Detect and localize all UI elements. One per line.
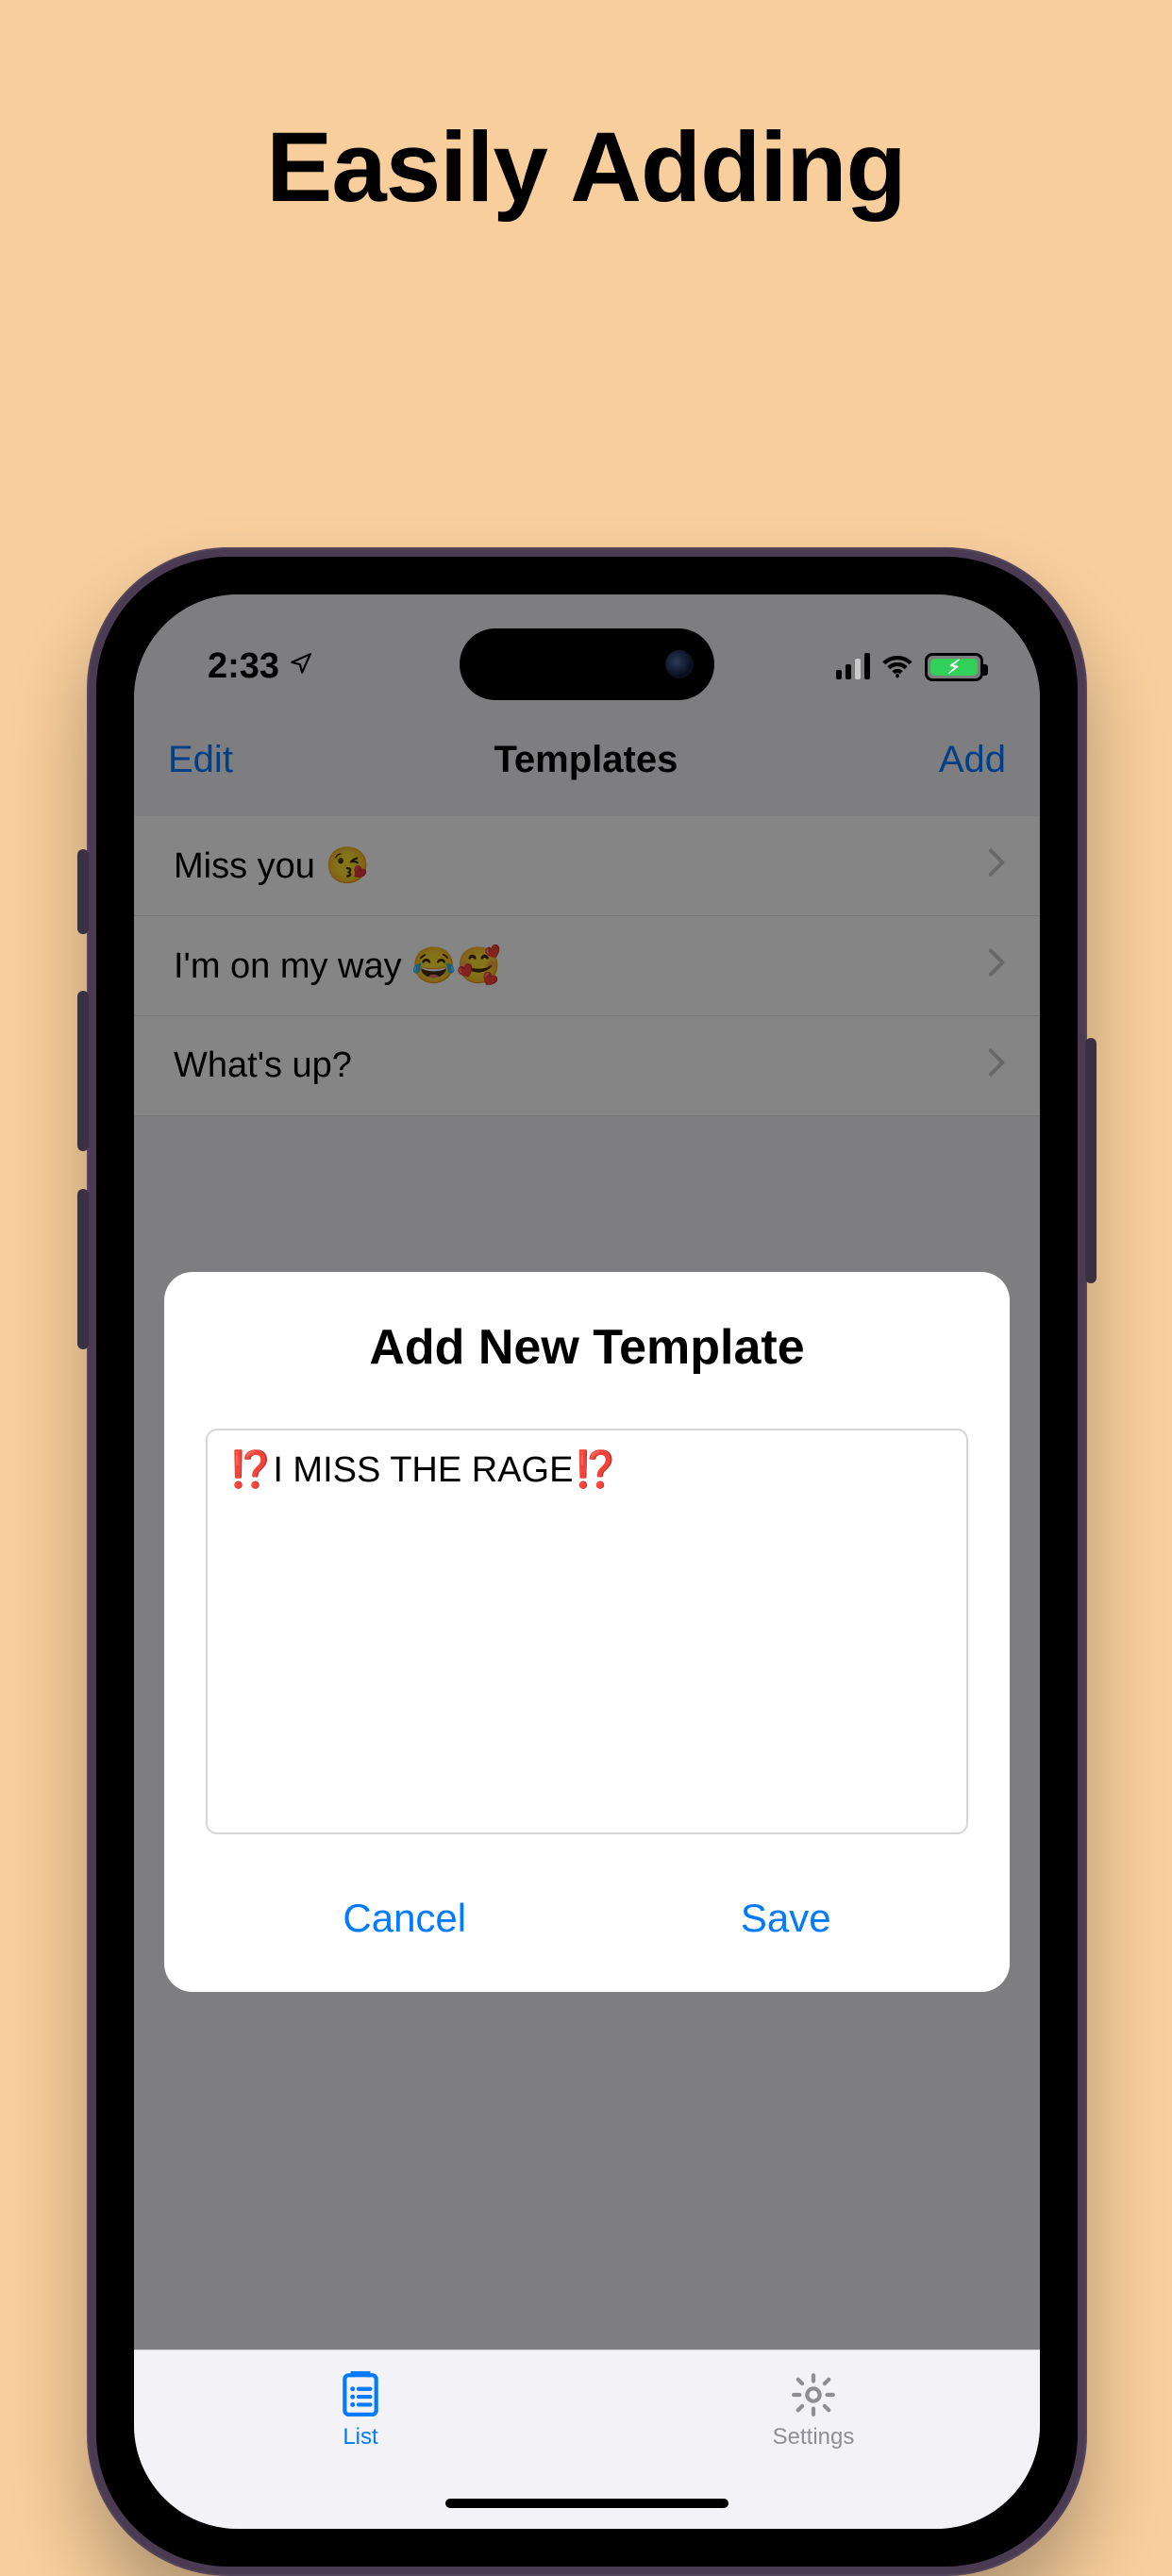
- list-icon: [337, 2371, 384, 2418]
- dynamic-island: [460, 628, 714, 700]
- cancel-button[interactable]: Cancel: [343, 1896, 466, 1941]
- template-text-input[interactable]: ⁉️I MISS THE RAGE⁉️: [206, 1429, 968, 1834]
- wifi-icon: [881, 655, 913, 679]
- phone-screen: 2:33 ⚡︎: [134, 594, 1040, 2529]
- save-button[interactable]: Save: [741, 1896, 831, 1941]
- home-indicator[interactable]: [445, 2499, 728, 2508]
- phone-volume-up: [77, 991, 89, 1151]
- status-time: 2:33: [208, 646, 279, 687]
- location-icon: [289, 644, 313, 685]
- add-template-modal: Add New Template ⁉️I MISS THE RAGE⁉️ Can…: [164, 1272, 1010, 1992]
- cellular-signal-icon: [836, 655, 870, 679]
- tab-label: List: [343, 2424, 377, 2451]
- phone-mockup: 2:33 ⚡︎: [87, 547, 1087, 2576]
- phone-side-button: [77, 849, 89, 934]
- battery-charging-icon: ⚡︎: [925, 653, 983, 681]
- promo-title: Easily Adding: [0, 111, 1172, 225]
- phone-power-button: [1085, 1038, 1097, 1283]
- phone-volume-down: [77, 1189, 89, 1349]
- modal-title: Add New Template: [206, 1319, 968, 1376]
- tab-label: Settings: [773, 2424, 855, 2451]
- gear-icon: [790, 2371, 837, 2418]
